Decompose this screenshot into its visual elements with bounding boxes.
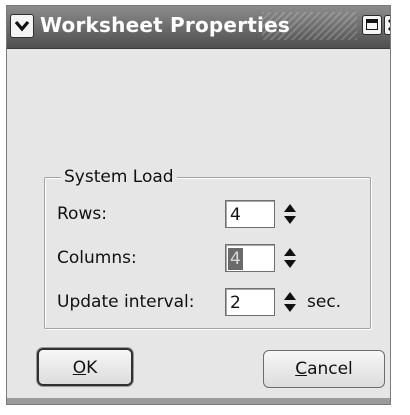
title-bar[interactable]: Worksheet Properties [7, 6, 390, 49]
rows-spinbox[interactable]: 4 [225, 200, 275, 228]
rows-value: 4 [230, 205, 241, 225]
close-button[interactable] [384, 15, 390, 35]
update-interval-label: Update interval: [57, 292, 195, 312]
chevron-down-icon [14, 20, 30, 32]
close-icon [387, 19, 390, 31]
spin-arrows-icon[interactable] [280, 244, 300, 272]
maximize-icon [366, 19, 378, 30]
rows-label: Rows: [57, 204, 107, 224]
window-menu-button[interactable] [10, 14, 34, 38]
update-interval-spinbox[interactable]: 2 [225, 288, 275, 316]
columns-value: 4 [228, 248, 243, 270]
cancel-button[interactable]: Cancel [263, 350, 385, 388]
columns-spinbox[interactable]: 4 [225, 244, 275, 272]
worksheet-properties-dialog: Worksheet Properties System Load Rows: 4… [6, 5, 391, 405]
cancel-accelerator: C [295, 359, 308, 379]
update-interval-value: 2 [230, 293, 241, 313]
ok-button[interactable]: OK [37, 348, 133, 386]
update-interval-unit: sec. [307, 292, 342, 312]
maximize-button[interactable] [362, 15, 382, 35]
spin-arrows-icon[interactable] [280, 200, 300, 228]
window-title: Worksheet Properties [40, 13, 290, 37]
cancel-label: ancel [307, 359, 353, 379]
columns-label: Columns: [57, 248, 137, 268]
ok-accelerator: O [72, 358, 87, 378]
window-bottom-border [7, 398, 390, 404]
group-title: System Load [61, 166, 177, 188]
spin-arrows-icon[interactable] [280, 288, 300, 316]
ok-label: K [86, 358, 98, 378]
